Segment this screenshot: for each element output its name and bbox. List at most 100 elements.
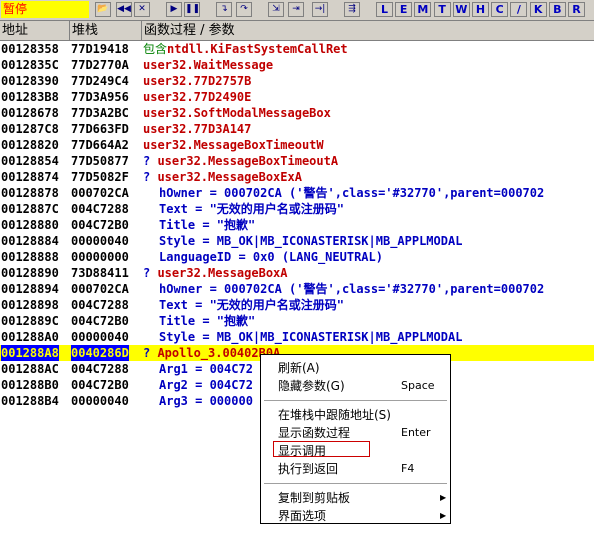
menu-item[interactable]: 显示调用 [262, 442, 449, 460]
row-text: Arg3 = 000000 [159, 394, 253, 408]
step-over-icon[interactable]: ↷ [236, 2, 252, 17]
row-stack-value: 004C72B0 [71, 218, 129, 232]
row-procedure: 包含ntdll.KiFastSystemCallRet [143, 41, 348, 57]
menu-item[interactable]: 复制到剪贴板 ▶ [262, 489, 449, 507]
row-stack-value: 73D88411 [71, 266, 129, 280]
stack-row[interactable]: 0012889C 004C72B0 Title = "抱歉" [0, 313, 594, 329]
context-menu: 刷新(A) 隐藏参数(G) Space 在堆栈中跟随地址(S) 显示函数过程 Enter 显… [260, 354, 451, 524]
stack-row[interactable]: 00128390 77D249C4 user32.77D2757B [0, 73, 594, 89]
close-icon[interactable]: ✕ [134, 2, 150, 17]
row-text: Arg1 = 004C72 [159, 362, 253, 376]
window-button-2[interactable]: M [414, 2, 432, 17]
pause-icon[interactable]: ❚❚ [184, 2, 200, 17]
open-file-icon[interactable]: 📂 [95, 2, 111, 17]
menu-item[interactable]: 隐藏参数(G) Space [262, 377, 449, 395]
row-text: user32.77D2490E [143, 90, 252, 104]
menu-item[interactable]: 执行到返回 F4 [262, 460, 449, 478]
rewind-icon[interactable]: ◀◀ [116, 2, 132, 17]
window-button-1[interactable]: E [395, 2, 413, 17]
window-button-8[interactable]: K [529, 2, 547, 17]
stack-row[interactable]: 001287C8 77D663FD user32.77D3A147 [0, 121, 594, 137]
header-stack[interactable]: 堆栈 [70, 21, 142, 40]
row-text: user32.SoftModalMessageBox [143, 106, 331, 120]
stack-row[interactable]: 00128854 77D50877? user32.MessageBoxTimeo… [0, 153, 594, 169]
row-address: 00128854 [1, 154, 59, 168]
step-into-icon[interactable]: ↴ [216, 2, 232, 17]
stack-row[interactable]: 00128878 000702CA hOwner = 000702CA ('警告',… [0, 185, 594, 201]
row-text: Text = "无效的用户名或注册码" [159, 298, 345, 312]
window-button-9[interactable]: B [548, 2, 566, 17]
window-button-4[interactable]: W [452, 2, 470, 17]
trace-over-icon[interactable]: ⇥ [288, 2, 304, 17]
row-address: 001288A0 [1, 330, 59, 344]
row-address: 00128678 [1, 106, 59, 120]
menu-item-label: 复制到剪贴板 [278, 491, 351, 505]
row-stack-value: 77D3A956 [71, 90, 129, 104]
row-stack-value: 77D249C4 [71, 74, 129, 88]
window-button-7[interactable]: / [510, 2, 528, 17]
row-question-mark: ? [143, 266, 158, 280]
stack-row[interactable]: 00128678 77D3A2BC user32.SoftModalMessageB… [0, 105, 594, 121]
row-address: 00128390 [1, 74, 59, 88]
row-text: Style = MB_OK|MB_ICONASTERISK|MB_APPLMOD… [159, 234, 463, 248]
row-text: hOwner = 000702CA ('警告',class='#32770',p… [159, 282, 545, 296]
stack-row[interactable]: 0012835C 77D2770A user32.WaitMessage [0, 57, 594, 73]
row-question-mark: ? [143, 346, 158, 360]
row-text: user32.MessageBoxTimeoutW [143, 138, 324, 152]
stack-row[interactable]: 00128894 000702CA hOwner = 000702CA ('警告',… [0, 281, 594, 297]
row-procedure: user32.77D2757B [143, 73, 251, 89]
menu-item-label: 在堆栈中跟随地址(S) [278, 408, 391, 422]
stack-row[interactable]: 00128888 00000000 LanguageID = 0x0 (LANG_N… [0, 249, 594, 265]
stack-row[interactable]: 00128884 00000040 Style = MB_OK|MB_ICONAST… [0, 233, 594, 249]
row-address: 00128820 [1, 138, 59, 152]
stack-row[interactable]: 00128890 73D88411? user32.MessageBoxA [0, 265, 594, 281]
row-address: 0012835C [1, 58, 59, 72]
menu-item[interactable]: 在堆栈中跟随地址(S) [262, 406, 449, 424]
menu-item[interactable]: 界面选项 ▶ [262, 507, 449, 525]
header-procedure[interactable]: 函数过程 / 参数 [142, 21, 594, 40]
stack-row[interactable]: 0012887C 004C7288 Text = "无效的用户名或注册码" [0, 201, 594, 217]
row-stack-value: 004C72B0 [71, 314, 129, 328]
window-button-10[interactable]: R [568, 2, 585, 17]
stack-row[interactable]: 001288A0 00000040 Style = MB_OK|MB_ICONAST… [0, 329, 594, 345]
execute-till-return-icon[interactable]: →| [312, 2, 328, 17]
row-text: user32.MessageBoxExA [157, 170, 302, 184]
row-parameter: Text = "无效的用户名或注册码" [143, 201, 344, 217]
row-parameter: Style = MB_OK|MB_ICONASTERISK|MB_APPLMOD… [143, 329, 462, 345]
row-procedure: ? user32.MessageBoxExA [143, 169, 302, 185]
row-text: Text = "无效的用户名或注册码" [159, 202, 345, 216]
row-stack-value: 77D19418 [71, 42, 129, 56]
stack-row[interactable]: 001283B8 77D3A956 user32.77D2490E [0, 89, 594, 105]
stack-row[interactable]: 00128898 004C7288 Text = "无效的用户名或注册码" [0, 297, 594, 313]
row-stack-value: 77D3A2BC [71, 106, 129, 120]
stack-row[interactable]: 00128880 004C72B0 Title = "抱歉" [0, 217, 594, 233]
menu-item-shortcut: Enter [401, 426, 431, 439]
menu-item[interactable]: 显示函数过程 Enter [262, 424, 449, 442]
menu-item[interactable]: 刷新(A) [262, 359, 449, 377]
goto-icon[interactable]: ⇶ [344, 2, 360, 17]
stack-row[interactable]: 00128358 77D19418 包含ntdll.KiFastSystemCall… [0, 41, 594, 57]
row-stack-value: 000702CA [71, 282, 129, 296]
row-question-mark: ? [143, 170, 158, 184]
row-address: 00128890 [1, 266, 59, 280]
trace-into-icon[interactable]: ⇲ [268, 2, 284, 17]
header-address[interactable]: 地址 [0, 21, 70, 40]
stack-row[interactable]: 00128820 77D664A2 user32.MessageBoxTimeout… [0, 137, 594, 153]
window-button-5[interactable]: H [472, 2, 489, 17]
row-stack-value: 77D663FD [71, 122, 129, 136]
menu-item-shortcut: F4 [401, 462, 415, 475]
row-address: 001288AC [1, 362, 59, 376]
window-button-6[interactable]: C [491, 2, 509, 17]
row-address: 001283B8 [1, 90, 59, 104]
row-parameter: hOwner = 000702CA ('警告',class='#32770',p… [143, 281, 544, 297]
row-stack-value: 0040286D [71, 345, 129, 361]
row-text: user32.MessageBoxTimeoutA [157, 154, 339, 168]
menu-item-label: 刷新(A) [278, 361, 320, 375]
window-button-3[interactable]: T [433, 2, 451, 17]
run-icon[interactable]: ▶ [166, 2, 182, 17]
window-button-0[interactable]: L [376, 2, 393, 17]
stack-row[interactable]: 00128874 77D5082F? user32.MessageBoxExA [0, 169, 594, 185]
row-text: LanguageID = 0x0 (LANG_NEUTRAL) [159, 250, 383, 264]
row-procedure: user32.WaitMessage [143, 57, 273, 73]
row-stack-value: 77D664A2 [71, 138, 129, 152]
